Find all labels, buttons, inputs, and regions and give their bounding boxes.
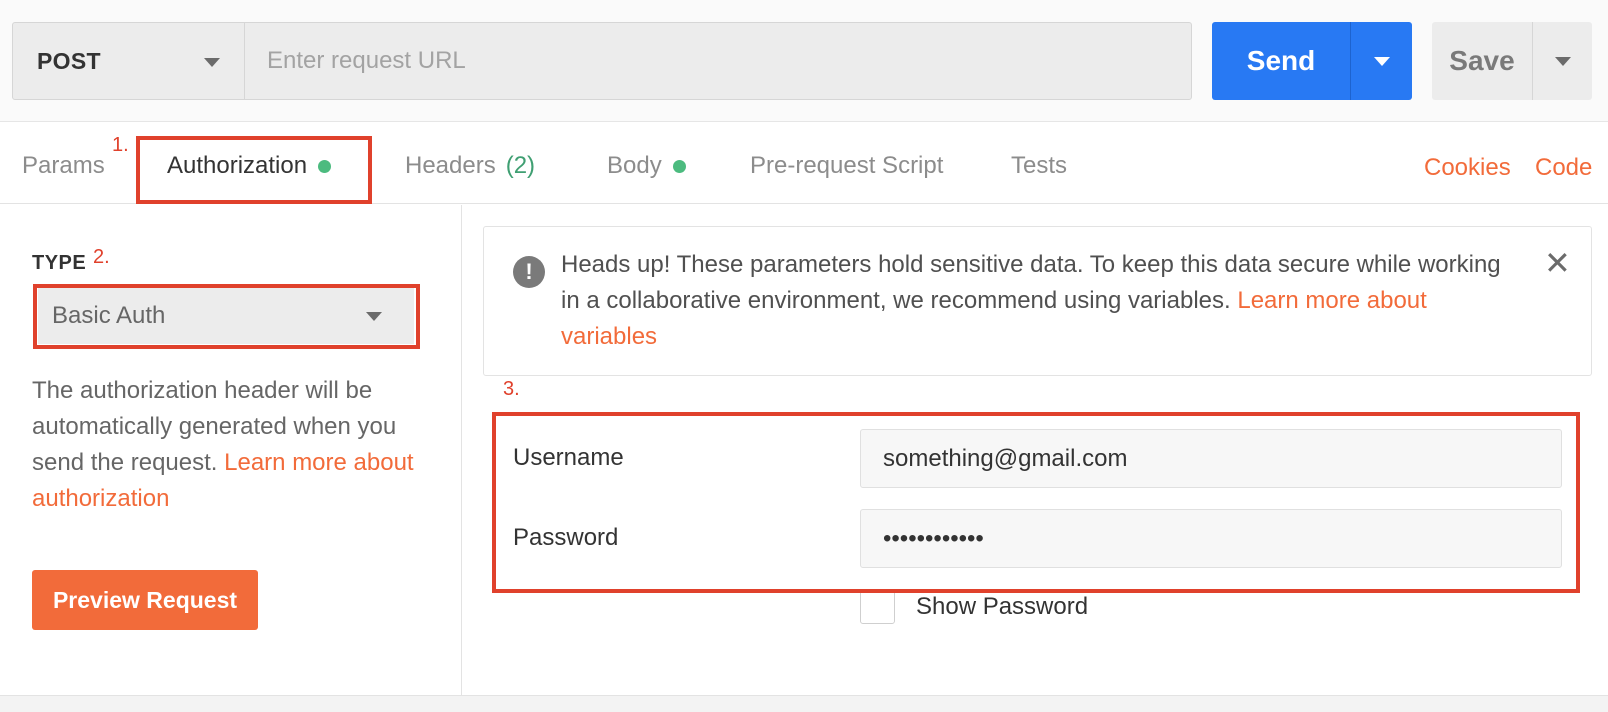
tab-label: Body [607, 152, 662, 179]
annotation-number-1: 1. [112, 134, 129, 156]
send-button-group: Send [1212, 22, 1412, 100]
chevron-down-icon [1554, 56, 1571, 66]
password-label: Password [513, 524, 619, 551]
show-password-label[interactable]: Show Password [916, 593, 1088, 621]
username-label: Username [513, 444, 624, 471]
chevron-down-icon [366, 312, 382, 321]
exclamation-circle-icon: ! [513, 256, 545, 288]
sensitive-data-notice: ! Heads up! These parameters hold sensit… [483, 226, 1592, 376]
chevron-down-icon [204, 58, 220, 67]
auth-type-panel: TYPE Basic Auth The authorization header… [0, 205, 462, 695]
url-input[interactable] [245, 23, 1191, 99]
preview-request-button[interactable]: Preview Request [32, 570, 258, 630]
notice-text: Heads up! These parameters hold sensitiv… [561, 247, 1521, 355]
method-url-group: POST [12, 22, 1192, 100]
password-input[interactable] [860, 509, 1562, 568]
status-dot-icon [318, 159, 332, 173]
tab-label: Authorization [167, 152, 308, 179]
auth-description: The authorization header will be automat… [32, 373, 432, 517]
annotation-number-3: 3. [503, 378, 520, 400]
username-input[interactable] [860, 429, 1562, 488]
code-link[interactable]: Code [1535, 154, 1592, 182]
save-button-group: Save [1432, 22, 1592, 100]
close-icon[interactable]: ✕ [1544, 247, 1571, 279]
save-dropdown-button[interactable] [1532, 22, 1592, 100]
tab-label: Headers [405, 152, 496, 179]
tab-pre-request-script[interactable]: Pre-request Script [750, 152, 943, 180]
cookies-link[interactable]: Cookies [1424, 154, 1511, 182]
tab-label: Pre-request Script [750, 152, 944, 179]
tab-headers[interactable]: Headers (2) [405, 152, 535, 180]
type-label: TYPE [32, 252, 87, 274]
save-button[interactable]: Save [1432, 22, 1532, 100]
method-select[interactable]: POST [13, 23, 245, 99]
auth-type-value: Basic Auth [52, 302, 166, 329]
status-dot-icon [672, 159, 686, 173]
tab-params[interactable]: Params [22, 152, 105, 180]
bottom-border [0, 695, 1608, 712]
tab-tests[interactable]: Tests [1011, 152, 1067, 180]
send-button[interactable]: Send [1212, 22, 1350, 100]
method-label: POST [37, 47, 101, 74]
tab-authorization[interactable]: Authorization [167, 152, 332, 180]
chevron-down-icon [1373, 56, 1390, 66]
tab-label: Params [22, 152, 105, 179]
auth-type-select[interactable]: Basic Auth [38, 288, 414, 344]
headers-count-badge: (2) [505, 152, 536, 179]
send-dropdown-button[interactable] [1350, 22, 1412, 100]
request-tabs: Params Authorization Headers (2) Body Pr… [0, 122, 1608, 204]
tab-label: Tests [1011, 152, 1068, 179]
show-password-checkbox[interactable] [860, 590, 895, 624]
tab-body[interactable]: Body [607, 152, 686, 180]
annotation-number-2: 2. [93, 246, 110, 268]
request-bar: POST Send Save [0, 0, 1608, 122]
